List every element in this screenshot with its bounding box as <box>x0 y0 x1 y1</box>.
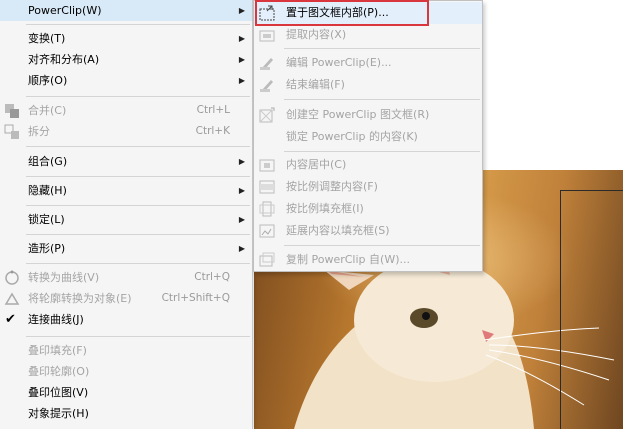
submenu-arrow-icon: ▶ <box>238 76 245 85</box>
menu-item-label: 变换(T) <box>28 32 66 45</box>
stretch-content-icon <box>259 224 275 238</box>
menu-item-label: 转换为曲线(V) <box>28 271 100 284</box>
submenu-item-lock-contents[interactable]: 锁定 PowerClip 的内容(K) <box>254 126 482 148</box>
combine-icon <box>5 104 19 118</box>
menu-item-label: PowerClip(W) <box>28 4 102 17</box>
submenu-arrow-icon: ▶ <box>238 186 245 195</box>
menu-item-hide[interactable]: 隐藏(H) ▶ <box>0 180 252 201</box>
submenu-arrow-icon: ▶ <box>238 244 245 253</box>
submenu-arrow-icon: ▶ <box>238 34 245 43</box>
menu-separator <box>284 151 480 152</box>
submenu-item-label: 延展内容以填充框(S) <box>286 224 390 237</box>
menu-separator <box>26 263 250 264</box>
menu-item-align-distribute[interactable]: 对齐和分布(A) ▶ <box>0 49 252 70</box>
copy-powerclip-from-icon <box>259 252 275 267</box>
menu-item-label: 隐藏(H) <box>28 184 67 197</box>
submenu-item-fit-content-proportionally[interactable]: 按比例调整内容(F) <box>254 176 482 198</box>
menu-separator <box>284 48 480 49</box>
menu-item-overprint-fill[interactable]: 叠印填充(F) <box>0 340 252 361</box>
menu-item-break-apart[interactable]: 拆分 Ctrl+K <box>0 121 252 142</box>
powerclip-submenu: 置于图文框内部(P)... 提取内容(X) 编辑 PowerClip(E)...… <box>253 0 483 272</box>
submenu-item-label: 按比例填充框(I) <box>286 202 364 215</box>
submenu-item-extract-contents[interactable]: 提取内容(X) <box>254 24 482 46</box>
center-content-icon <box>259 159 275 172</box>
menu-item-shortcut: Ctrl+K <box>195 125 230 137</box>
menu-item-transform[interactable]: 变换(T) ▶ <box>0 28 252 49</box>
menu-separator <box>26 205 250 206</box>
menu-item-outline-to-object[interactable]: 将轮廓转换为对象(E) Ctrl+Shift+Q <box>0 288 252 309</box>
frame-border-line <box>560 190 623 191</box>
menu-item-label: 顺序(O) <box>28 74 68 87</box>
highlight-callout-box <box>255 0 429 26</box>
submenu-item-label: 内容居中(C) <box>286 158 347 171</box>
fill-frame-proportionally-icon <box>259 201 275 217</box>
submenu-item-label: 编辑 PowerClip(E)... <box>286 56 392 69</box>
break-apart-icon <box>4 124 19 139</box>
menu-item-label: 对象提示(H) <box>28 407 89 420</box>
frame-border-line <box>560 190 561 429</box>
menu-item-overprint-outline[interactable]: 叠印轮廓(O) <box>0 361 252 382</box>
menu-separator <box>26 24 250 25</box>
menu-item-shortcut: Ctrl+Shift+Q <box>161 292 230 304</box>
submenu-item-label: 复制 PowerClip 自(W)... <box>286 253 410 266</box>
create-empty-frame-icon <box>259 107 275 123</box>
submenu-item-fill-frame-proportionally[interactable]: 按比例填充框(I) <box>254 198 482 220</box>
menu-item-label: 拆分 <box>28 125 50 138</box>
finish-editing-icon <box>260 80 273 92</box>
submenu-arrow-icon: ▶ <box>238 55 245 64</box>
menu-separator <box>26 234 250 235</box>
submenu-item-label: 按比例调整内容(F) <box>286 180 378 193</box>
convert-to-curves-icon <box>5 270 19 285</box>
menu-item-label: 连接曲线(J) <box>28 313 84 326</box>
submenu-arrow-icon: ▶ <box>238 157 245 166</box>
menu-item-label: 组合(G) <box>28 155 68 168</box>
menu-item-order[interactable]: 顺序(O) ▶ <box>0 70 252 91</box>
submenu-arrow-icon: ▶ <box>238 215 245 224</box>
menu-separator <box>284 245 480 246</box>
menu-item-powerclip[interactable]: PowerClip(W) ▶ <box>0 0 252 21</box>
menu-item-label: 合并(C) <box>28 104 67 117</box>
submenu-item-label: 锁定 PowerClip 的内容(K) <box>286 130 418 143</box>
submenu-item-finish-editing[interactable]: 结束编辑(F) <box>254 74 482 96</box>
menu-item-lock[interactable]: 锁定(L) ▶ <box>0 209 252 230</box>
submenu-item-create-empty-frame[interactable]: 创建空 PowerClip 图文框(R) <box>254 104 482 126</box>
menu-separator <box>26 336 250 337</box>
menu-item-label: 锁定(L) <box>28 213 65 226</box>
menu-item-overprint-bitmap[interactable]: 叠印位图(V) <box>0 382 252 403</box>
edit-powerclip-icon <box>260 58 273 70</box>
submenu-item-copy-powerclip-from[interactable]: 复制 PowerClip 自(W)... <box>254 249 482 271</box>
submenu-item-label: 提取内容(X) <box>286 28 347 41</box>
menu-separator <box>284 99 480 100</box>
submenu-arrow-icon: ▶ <box>238 6 245 15</box>
menu-item-object-hints[interactable]: 对象提示(H) <box>0 403 252 424</box>
submenu-item-label: 结束编辑(F) <box>286 78 345 91</box>
menu-item-group[interactable]: 组合(G) ▶ <box>0 151 252 172</box>
menu-separator <box>26 176 250 177</box>
submenu-item-stretch-content[interactable]: 延展内容以填充框(S) <box>254 220 482 242</box>
menu-item-convert-to-curves[interactable]: 转换为曲线(V) Ctrl+Q <box>0 267 252 288</box>
submenu-item-edit-powerclip[interactable]: 编辑 PowerClip(E)... <box>254 52 482 74</box>
submenu-item-label: 创建空 PowerClip 图文框(R) <box>286 108 430 121</box>
extract-contents-icon <box>259 30 275 42</box>
menu-item-shaping[interactable]: 造形(P) ▶ <box>0 238 252 259</box>
menu-item-label: 叠印填充(F) <box>28 344 87 357</box>
menu-item-label: 造形(P) <box>28 242 66 255</box>
submenu-item-center-content[interactable]: 内容居中(C) <box>254 154 482 176</box>
menu-item-label: 将轮廓转换为对象(E) <box>28 292 132 305</box>
checkmark-icon: ✔ <box>5 312 16 327</box>
menu-item-combine[interactable]: 合并(C) Ctrl+L <box>0 100 252 121</box>
outline-to-object-icon <box>4 292 20 305</box>
menu-item-shortcut: Ctrl+Q <box>194 271 230 283</box>
menu-item-join-curves[interactable]: ✔ 连接曲线(J) <box>0 309 252 330</box>
menu-separator <box>26 96 250 97</box>
object-context-menu: PowerClip(W) ▶ 变换(T) ▶ 对齐和分布(A) ▶ 顺序(O) … <box>0 0 253 429</box>
menu-item-shortcut: Ctrl+L <box>196 104 230 116</box>
menu-item-label: 对齐和分布(A) <box>28 53 100 66</box>
menu-separator <box>26 146 250 147</box>
fit-content-proportionally-icon <box>259 180 275 194</box>
menu-item-label: 叠印位图(V) <box>28 386 89 399</box>
menu-item-label: 叠印轮廓(O) <box>28 365 90 378</box>
